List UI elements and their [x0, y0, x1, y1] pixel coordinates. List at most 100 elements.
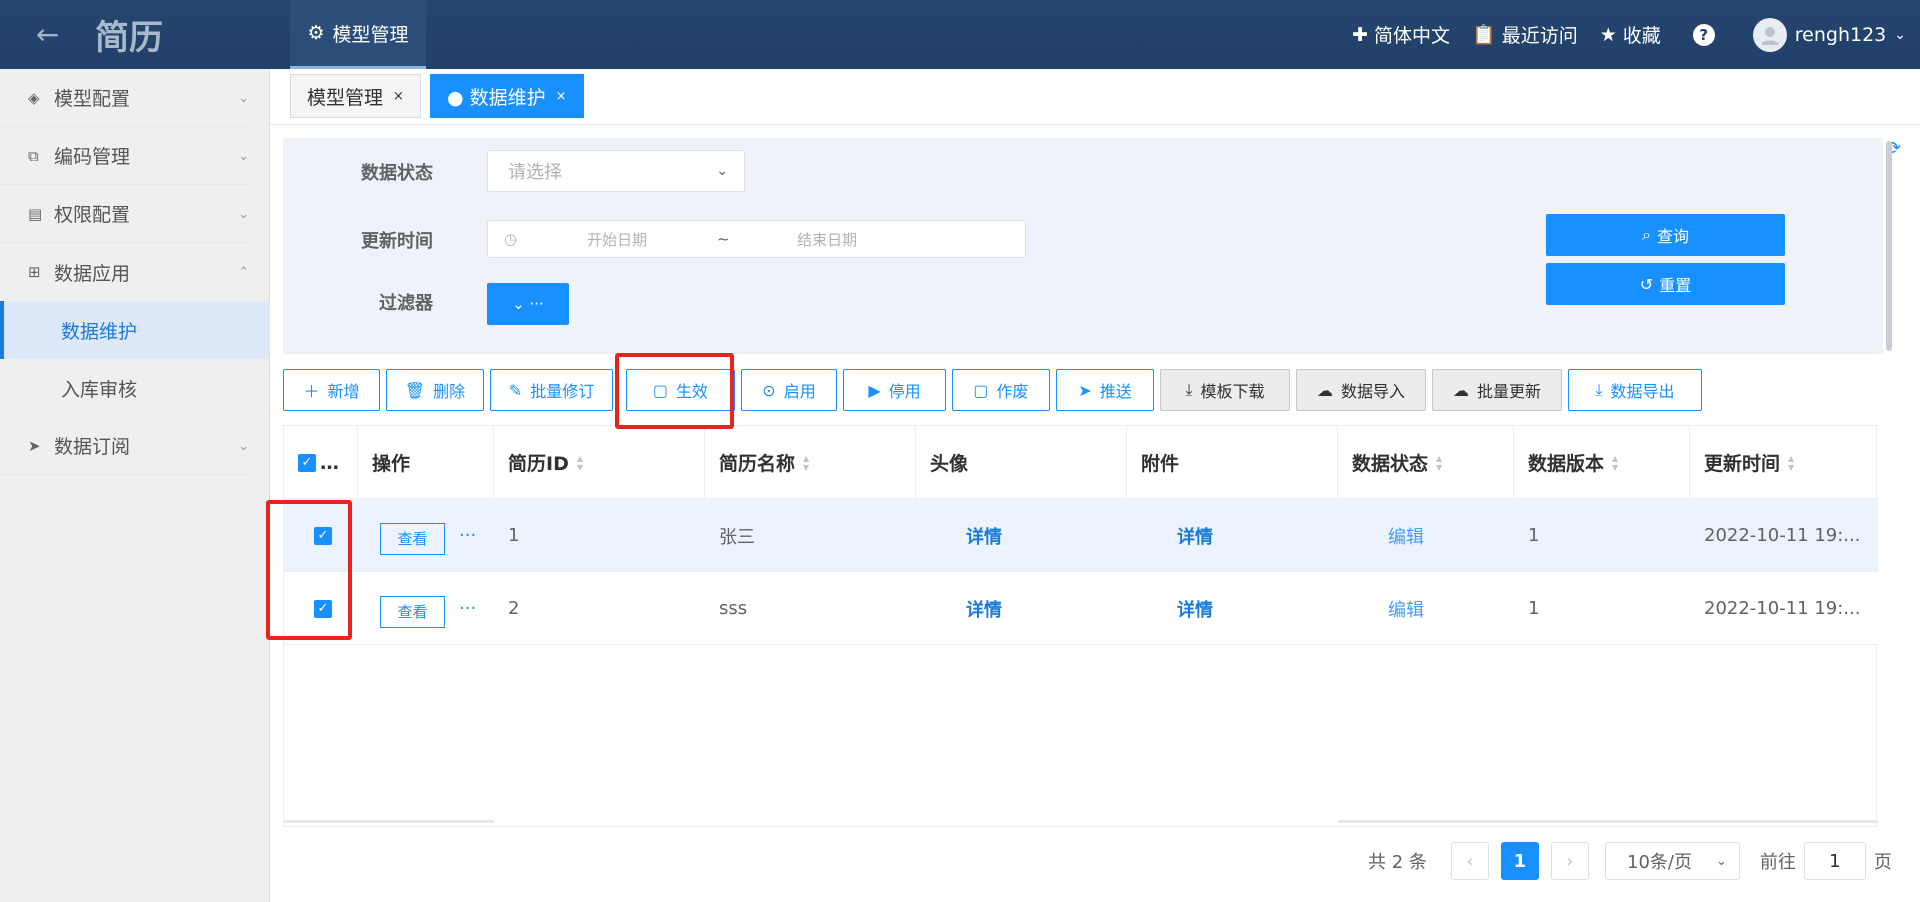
sort-icon[interactable]: ▲ ▼	[577, 454, 583, 472]
recent-label: 最近访问	[1501, 25, 1578, 47]
clock-icon: ◷	[504, 230, 518, 248]
enable-label: 启用	[783, 382, 816, 401]
page-size-select[interactable]: 10条/页 ⌄	[1604, 842, 1740, 880]
favorites[interactable]: ★ 收藏	[1600, 21, 1661, 48]
status-select[interactable]: 请选择 ⌄	[487, 150, 745, 192]
help-icon[interactable]: ?	[1692, 23, 1715, 46]
disable-button[interactable]: ▶ 停用	[843, 369, 946, 411]
template-label: 模板下载	[1200, 382, 1265, 401]
id-header-label: 简历ID	[508, 453, 569, 475]
view-button[interactable]: 查看	[380, 595, 445, 628]
filter-button[interactable]: ⌄ ···	[487, 283, 569, 325]
next-page-button[interactable]: ›	[1550, 842, 1589, 880]
id-header[interactable]: 简历ID ▲ ▼	[494, 426, 705, 499]
batch-edit-button[interactable]: ✎ 批量修订	[490, 369, 613, 411]
goto-page-input[interactable]: 1	[1803, 842, 1866, 880]
sort-icon[interactable]: ▲ ▼	[1788, 454, 1794, 472]
delete-label: 删除	[433, 382, 466, 401]
row-id: 1	[508, 525, 520, 546]
data-import-button[interactable]: ☁ 数据导入	[1296, 369, 1426, 411]
avatar-detail-link[interactable]: 详情	[916, 499, 1127, 572]
back-arrow-icon[interactable]: ←	[0, 0, 95, 69]
data-export-button[interactable]: ⤓ 数据导出	[1568, 369, 1702, 411]
attachment-detail-link[interactable]: 详情	[1127, 499, 1338, 572]
sort-icon[interactable]: ▲ ▼	[803, 454, 809, 472]
page-tabs: 模型管理 × ● 数据维护 ×	[270, 69, 1920, 125]
total-count: 共 2 条	[1368, 852, 1427, 873]
select-all-checkbox[interactable]: ✓	[298, 453, 316, 472]
push-button[interactable]: ➤ 推送	[1056, 369, 1154, 411]
sidebar-item-data-app[interactable]: ⊞ 数据应用 ⌃	[0, 243, 249, 301]
sort-icon[interactable]: ▲ ▼	[1612, 454, 1618, 472]
sidebar-item-code-manage[interactable]: ⧉ 编码管理 ⌄	[0, 127, 249, 185]
row-version: 1	[1528, 525, 1540, 546]
reset-button[interactable]: ↺ 重置	[1546, 263, 1785, 305]
send-icon: ➤	[1078, 380, 1092, 400]
range-separator: ~	[717, 230, 730, 248]
more-icon[interactable]: ···	[459, 598, 476, 619]
add-button[interactable]: ＋ 新增	[283, 369, 380, 411]
select-all-header[interactable]: ✓…	[284, 426, 358, 499]
version-header-label: 数据版本	[1528, 453, 1605, 475]
recent-visits[interactable]: 📋 最近访问	[1472, 21, 1578, 48]
horizontal-scrollbar[interactable]	[284, 820, 494, 823]
status-header[interactable]: 数据状态 ▲ ▼	[1338, 426, 1514, 499]
chevron-down-icon[interactable]: ⌄	[1894, 27, 1906, 43]
avatar[interactable]	[1752, 17, 1787, 52]
row-name: 张三	[719, 526, 755, 548]
close-icon[interactable]: ×	[393, 89, 404, 104]
language-switch[interactable]: ✚ 简体中文	[1352, 21, 1450, 48]
sidebar-item-model-config[interactable]: ◈ 模型配置 ⌄	[0, 69, 249, 127]
batch-update-label: 批量更新	[1476, 382, 1541, 401]
top-bar: ← 简历 ⚙ 模型管理 ✚ 简体中文 📋 最近访问 ★ 收藏 ? rengh123 ⌄	[0, 0, 1920, 69]
status-edit-link[interactable]: 编辑	[1338, 572, 1514, 645]
play-icon: ▶	[868, 380, 881, 400]
grid-icon: ⊞	[28, 263, 41, 281]
page-1-button[interactable]: 1	[1500, 842, 1539, 880]
top-tab-model-manage[interactable]: ⚙ 模型管理	[290, 0, 426, 69]
updated-header-label: 更新时间	[1704, 453, 1781, 475]
username[interactable]: rengh123	[1795, 24, 1887, 46]
close-icon[interactable]: ×	[556, 89, 567, 104]
updated-header[interactable]: 更新时间 ▲ ▼	[1690, 426, 1878, 499]
status-filter-label: 数据状态	[361, 163, 433, 184]
view-button[interactable]: 查看	[380, 522, 445, 555]
tab-model-manage[interactable]: 模型管理 ×	[290, 74, 421, 118]
export-label: 数据导出	[1610, 382, 1675, 401]
sidebar-item-data-subscribe[interactable]: ➤ 数据订阅 ⌄	[0, 417, 249, 475]
status-edit-link[interactable]: 编辑	[1338, 499, 1514, 572]
attachment-detail-link[interactable]: 详情	[1127, 572, 1338, 645]
time-filter-label: 更新时间	[361, 231, 433, 252]
avatar-detail-link[interactable]: 详情	[916, 572, 1127, 645]
template-download-button[interactable]: ⤓ 模板下载	[1160, 369, 1290, 411]
star-icon: ★	[1599, 23, 1617, 46]
query-button[interactable]: ⌕ 查询	[1546, 214, 1785, 256]
layers-icon: ◈	[28, 88, 40, 107]
tab-data-maintain[interactable]: ● 数据维护 ×	[430, 74, 584, 118]
version-header[interactable]: 数据版本 ▲ ▼	[1514, 426, 1690, 499]
sidebar-item-permission[interactable]: ▤ 权限配置 ⌄	[0, 185, 249, 243]
date-range-input[interactable]: ◷ 开始日期 ~ 结束日期	[487, 220, 1026, 258]
sort-icon[interactable]: ▲ ▼	[1436, 454, 1442, 472]
pencil-icon: ✎	[508, 380, 523, 400]
sidebar-subitem-data-maintain[interactable]: 数据维护	[0, 301, 269, 359]
batch-update-button[interactable]: ☁ 批量更新	[1432, 369, 1562, 411]
scrollbar[interactable]	[1886, 141, 1892, 351]
delete-button[interactable]: 🗑 删除	[386, 369, 484, 411]
enable-button[interactable]: ⊙ 启用	[741, 369, 837, 411]
reset-label: 重置	[1659, 276, 1692, 295]
reset-icon: ↺	[1639, 274, 1654, 294]
table-row[interactable]: ✓ 查看 ··· 2 sss 详情 详情 编辑 1 2022-10-11 19:.…	[284, 572, 1878, 645]
end-date-input[interactable]: 结束日期	[797, 229, 857, 250]
prev-page-button[interactable]: ‹	[1450, 842, 1489, 880]
sidebar-subitem-inbound-review[interactable]: 入库审核	[0, 359, 269, 417]
permission-icon: ▤	[28, 204, 43, 223]
status-header-label: 数据状态	[1352, 453, 1429, 475]
play-circle-icon: ⊙	[762, 380, 776, 400]
more-icon[interactable]: ···	[459, 525, 476, 546]
name-header[interactable]: 简历名称 ▲ ▼	[705, 426, 916, 499]
void-button[interactable]: ▢ 作废	[952, 369, 1050, 411]
table-row[interactable]: ✓ 查看 ··· 1 张三 详情 详情 编辑 1 2022-10-11 19:..…	[284, 499, 1878, 572]
document-icon: ▢	[973, 380, 989, 400]
start-date-input[interactable]: 开始日期	[587, 229, 717, 250]
